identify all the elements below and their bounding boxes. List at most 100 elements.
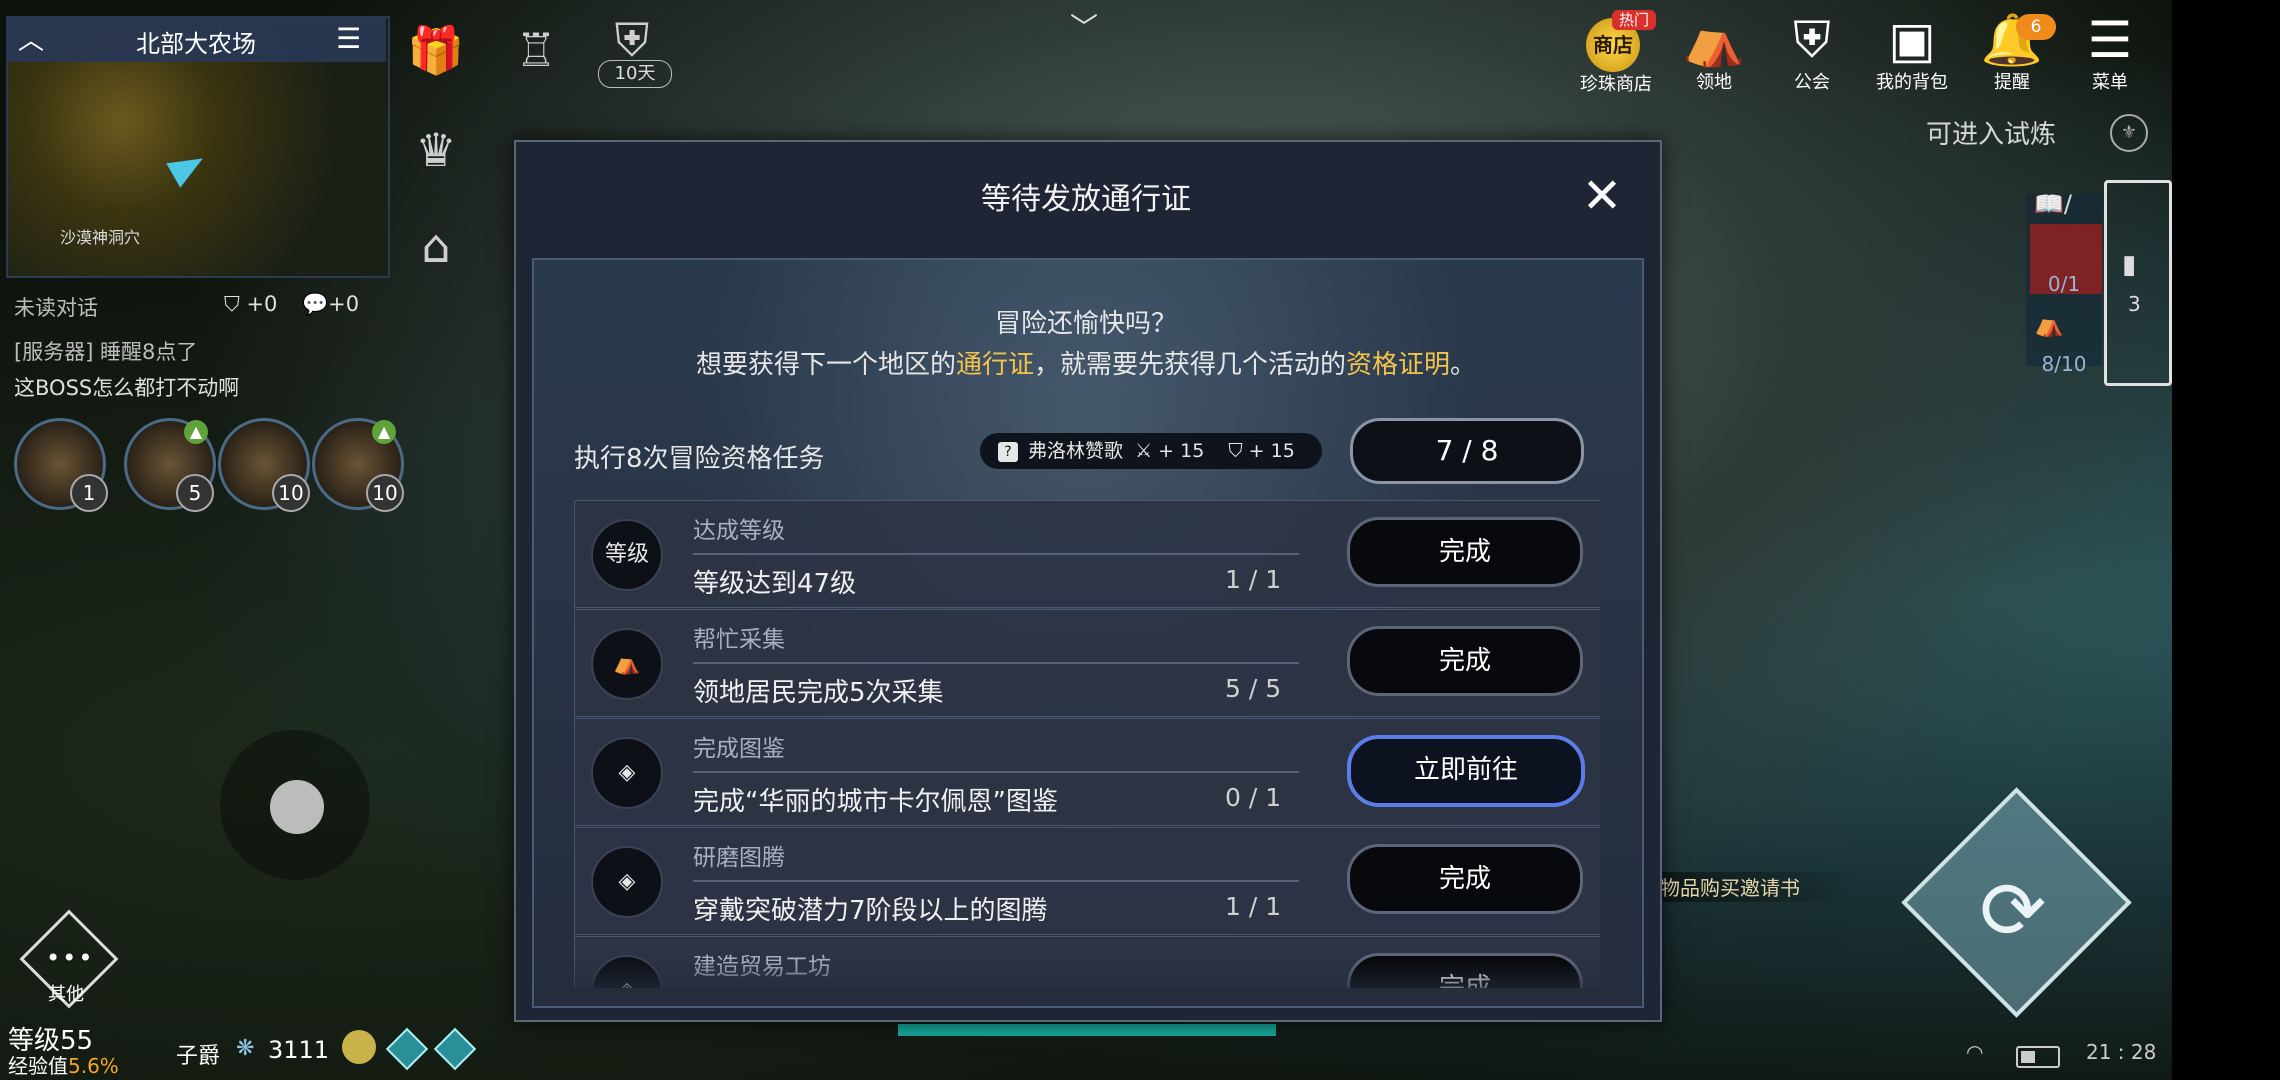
gift-icon[interactable]: 🎁 (404, 18, 468, 82)
task-category: 完成图鉴 (693, 736, 785, 762)
totem-diamond-icon: ◈ (591, 846, 663, 918)
complete-button[interactable]: 完成 (1347, 626, 1583, 696)
more-dots-icon: ••• (46, 944, 95, 972)
tent-icon: ⛺ (591, 628, 663, 700)
shield-count: ⛉ +0 (224, 292, 278, 316)
task-desc: 完成“华丽的城市卡尔佩恩”图鉴 (693, 787, 1058, 817)
minimap-header[interactable]: ︿ 北部大农场 ☰ (6, 16, 386, 62)
task-desc: 穿戴突破潜力7阶段以上的图腾 (693, 896, 1048, 926)
exp-value: 5.6% (68, 1054, 119, 1078)
pearl-shop-label[interactable]: 珍珠商店 (1566, 70, 1666, 96)
minimap-title: 北部大农场 (136, 30, 256, 58)
home-icon[interactable]: ⌂ (404, 214, 468, 278)
reward-pill: ? 弗洛林赞歌 ⚔ + 15 ⛉ + 15 (980, 433, 1322, 469)
clock: 21 : 28 (2086, 1040, 2157, 1064)
book-icon[interactable]: 📖/ (2034, 190, 2072, 218)
bag-icon: ▣ (1888, 11, 1936, 69)
divider (693, 553, 1299, 555)
quest-count: 3 (2128, 292, 2141, 316)
right-black-edge (2172, 0, 2280, 1080)
reward-def: + 15 (1248, 440, 1295, 462)
pet-level: 10 (272, 474, 310, 512)
minimap-location-label: 沙漠神洞穴 (60, 228, 141, 247)
intro-text: 想要获得下一个地区的 (695, 350, 956, 380)
buff-diamond-icon[interactable] (433, 1027, 477, 1071)
rank-label: 子爵 (176, 1044, 221, 1069)
intro-line-1: 冒险还愉快吗？ (994, 309, 1177, 339)
reward-name: 弗洛林赞歌 (1028, 440, 1124, 462)
close-icon[interactable]: ✕ (1574, 168, 1630, 224)
territory-button[interactable]: ⛺ 领地 (1664, 12, 1764, 94)
list-icon[interactable]: ☰ (336, 22, 361, 55)
alert-count-badge: 6 (2016, 14, 2056, 40)
task-count: 5 / 5 (1225, 674, 1282, 703)
quest-tracker[interactable] (2104, 180, 2172, 386)
task-list[interactable]: 等级 达成等级 等级达到47级 1 / 1 完成 ⛺ 帮忙采集 领地居民完成5次… (574, 500, 1600, 988)
trial-icon[interactable]: ⚜ (2110, 114, 2148, 152)
shield-count-value: +0 (246, 292, 278, 316)
expand-chevron-icon[interactable]: ﹀ (1070, 6, 1098, 46)
complete-button[interactable]: 完成 (1347, 517, 1583, 587)
chat-message: [服务器] 睡醒8点了 (14, 340, 198, 364)
quest-icon: ▮ (2122, 250, 2137, 280)
pet-level: 1 (70, 474, 108, 512)
collapse-chevron-icon[interactable]: ︿ (18, 20, 44, 57)
joystick-knob[interactable] (270, 780, 324, 834)
go-now-button[interactable]: 立即前往 (1347, 735, 1585, 807)
modal-title: 等待发放通行证 (981, 182, 1191, 217)
list-fade (574, 960, 1600, 1000)
tent-flag-icon: ⛺ (1682, 11, 1746, 69)
intro-text: ，就需要先获得几个活动的 (1033, 350, 1346, 380)
reward-atk: + 15 (1158, 440, 1205, 462)
sword-icon: ⚔ (1135, 440, 1153, 462)
guild-shield-icon: ⛨ (1793, 11, 1831, 69)
crown-event-icon[interactable]: ♛ (404, 118, 468, 182)
menu-button[interactable]: ☰ 菜单 (2060, 12, 2160, 94)
upgrade-arrow-icon: ▲ (372, 420, 396, 444)
task-desc: 领地居民完成5次采集 (693, 678, 944, 708)
task-count: 0 / 1 (1225, 783, 1282, 812)
days-badge: 10天 (598, 60, 672, 88)
overall-progress: 7 / 8 (1350, 418, 1584, 484)
achievement-icon[interactable]: ♖ (504, 18, 568, 82)
intro-highlight: 资格证明 (1346, 350, 1451, 380)
pet-level: 5 (176, 474, 214, 512)
bag-button[interactable]: ▣ 我的背包 (1862, 12, 1962, 94)
buff-icon[interactable] (342, 1030, 376, 1064)
unread-chat-label[interactable]: 未读对话 (14, 292, 98, 322)
chat-message: 这BOSS怎么都打不动啊 (14, 376, 240, 400)
refresh-icon: ⟳ (1979, 864, 2047, 957)
exp-label: 经验值 (8, 1054, 68, 1078)
xp-bar (898, 1024, 1276, 1036)
guild-label: 公会 (1794, 72, 1830, 93)
task-desc: 等级达到47级 (693, 569, 857, 599)
question-icon: ? (998, 441, 1018, 462)
buff-diamond-icon[interactable] (385, 1027, 429, 1071)
wifi-icon: ◠ (1966, 1040, 1984, 1064)
task-category: 达成等级 (693, 518, 785, 544)
territory-label: 领地 (1696, 72, 1732, 93)
hot-badge: 热门 (1612, 10, 1656, 30)
task-row: ◈ 研磨图腾 穿戴突破潜力7阶段以上的图腾 1 / 1 完成 (574, 827, 1600, 935)
task-category: 帮忙采集 (693, 627, 785, 653)
chat-count: 💬+0 (302, 292, 360, 316)
intro-text: 。 (1450, 350, 1477, 380)
upgrade-arrow-icon: ▲ (184, 420, 208, 444)
exec-label: 执行8次冒险资格任务 (574, 444, 825, 474)
task-row: ◈ 完成图鉴 完成“华丽的城市卡尔佩恩”图鉴 0 / 1 立即前往 (574, 718, 1600, 826)
exp-display: 经验值5.6% (8, 1050, 119, 1079)
guild-button[interactable]: ⛨ 公会 (1762, 12, 1862, 94)
task-row: ⛺ 帮忙采集 领地居民完成5次采集 5 / 5 完成 (574, 609, 1600, 717)
task-row: 等级 达成等级 等级达到47级 1 / 1 完成 (574, 500, 1600, 608)
other-label: 其他 (48, 984, 84, 1005)
task-count: 1 / 1 (1225, 565, 1282, 594)
divider (693, 662, 1299, 664)
tent-icon: ⛺ (2034, 310, 2064, 338)
chat-count-value: +0 (328, 292, 360, 316)
complete-button[interactable]: 完成 (1347, 844, 1583, 914)
invite-banner[interactable]: 物品购买邀请书 (1660, 872, 1860, 902)
count-b: 8/10 (2041, 352, 2087, 376)
hamburger-icon: ☰ (2087, 11, 2133, 69)
codex-diamond-icon: ◈ (591, 737, 663, 809)
trial-label[interactable]: 可进入试炼 (1926, 114, 2056, 151)
